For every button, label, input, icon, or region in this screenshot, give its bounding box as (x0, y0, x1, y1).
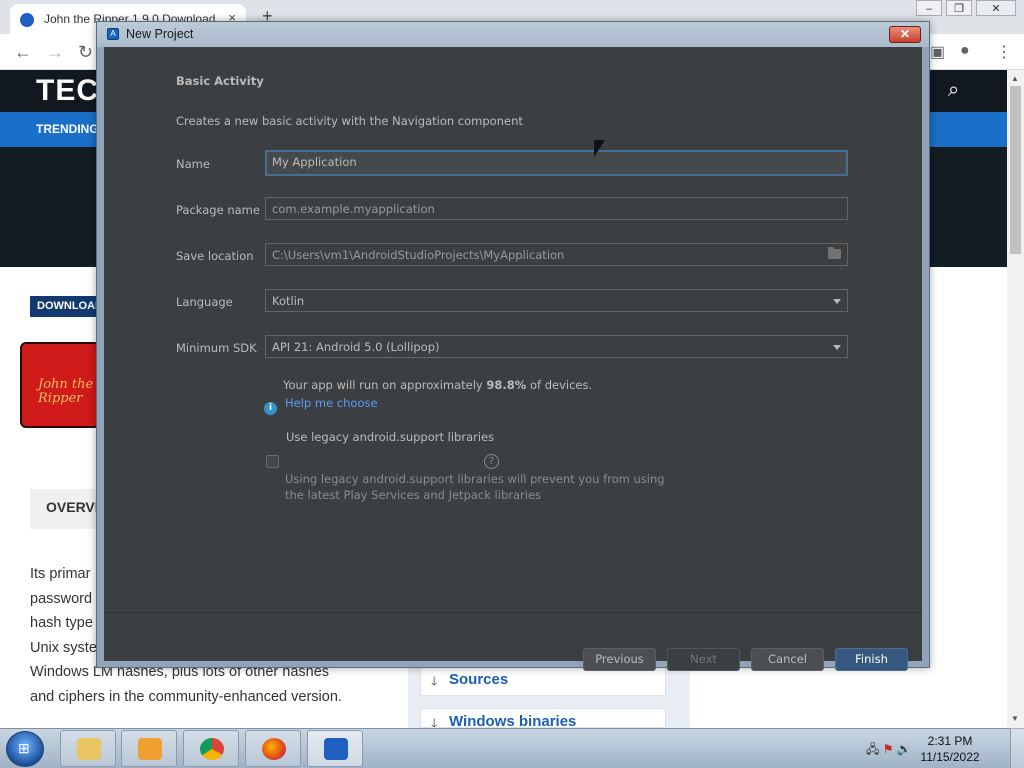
clock-time: 2:31 PM (927, 734, 973, 748)
save-location-value: C:\Users\vm1\AndroidStudioProjects\MyApp… (272, 248, 565, 262)
network-icon[interactable]: 🖧 (866, 742, 879, 756)
show-desktop-button[interactable] (1010, 728, 1024, 768)
windows-logo-icon: ⊞ (18, 740, 30, 756)
android-studio-icon: A (107, 28, 119, 40)
profile-avatar-icon[interactable]: ● (960, 42, 970, 60)
coverage-suffix: of devices. (526, 378, 593, 392)
folder-icon (77, 738, 101, 760)
arrow-down-icon: 🡓 (431, 674, 438, 688)
chrome-icon (200, 738, 224, 760)
site-logo[interactable]: TEC (36, 74, 99, 108)
taskbar-media-player[interactable] (121, 730, 177, 767)
chevron-down-icon (833, 299, 841, 304)
john-the-ripper-logo: John the Ripper (20, 342, 100, 428)
legacy-note-line: Using legacy android.support libraries w… (285, 472, 665, 486)
cancel-button[interactable]: Cancel (751, 648, 824, 671)
minimum-sdk-value: API 21: Android 5.0 (Lollipop) (272, 340, 440, 354)
language-value: Kotlin (272, 294, 305, 308)
help-me-choose-link[interactable]: Help me choose (285, 396, 378, 410)
activity-description: Creates a new basic activity with the Na… (176, 114, 523, 128)
window-close-button[interactable]: ✕ (976, 0, 1016, 16)
legacy-support-label[interactable]: Use legacy android.support libraries (286, 430, 494, 444)
minimize-button[interactable]: ‒ (916, 0, 942, 16)
start-button[interactable]: ⊞ (6, 731, 44, 767)
new-project-dialog: A New Project ✕ Basic Activity Creates a… (96, 21, 930, 671)
sidebar-toggle-icon[interactable]: ▣ (930, 42, 945, 62)
package-name-input[interactable]: com.example.myapplication (265, 197, 848, 220)
legacy-note-line: the latest Play Services and Jetpack lib… (285, 488, 542, 502)
volume-icon[interactable]: 🔊 (897, 742, 912, 756)
flag-icon[interactable]: ⚑ (883, 742, 894, 756)
name-input[interactable]: My Application (265, 150, 848, 176)
dialog-titlebar[interactable]: A New Project ✕ (97, 22, 929, 47)
scroll-up-icon[interactable]: ▲ (1011, 74, 1019, 83)
reload-icon[interactable]: ↻ (78, 42, 93, 63)
trending-label[interactable]: TRENDING (36, 122, 99, 136)
firefox-icon (262, 738, 286, 760)
restore-button[interactable]: ❐ (946, 0, 972, 16)
mouse-cursor-icon (594, 140, 605, 157)
legacy-support-checkbox[interactable] (266, 455, 279, 468)
site-favicon-icon (20, 13, 34, 27)
device-coverage-text: Your app will run on approximately 98.8%… (283, 378, 592, 392)
folder-icon[interactable] (828, 247, 841, 259)
forward-arrow-icon[interactable]: → (46, 42, 64, 63)
browser-window-controls: ‒ ❐ ✕ (916, 0, 1016, 18)
previous-button[interactable]: Previous (583, 648, 656, 671)
minimum-sdk-label: Minimum SDK (176, 341, 257, 355)
coverage-prefix: Your app will run on approximately (283, 378, 487, 392)
next-button[interactable]: Next (667, 648, 740, 671)
site-search-icon[interactable]: ⌕ (948, 79, 959, 102)
taskbar-chrome[interactable] (183, 730, 239, 767)
coverage-percent: 98.8% (486, 378, 527, 392)
arrow-down-icon: 🡓 (431, 716, 438, 728)
chevron-down-icon (833, 345, 841, 350)
info-icon: i (264, 402, 277, 415)
android-studio-icon (324, 738, 348, 760)
back-arrow-icon[interactable]: ← (14, 42, 32, 63)
article-line: and ciphers in the community-enhanced ve… (30, 688, 342, 705)
sources-link-label: Sources (449, 671, 509, 688)
language-label: Language (176, 295, 233, 309)
scrollbar-thumb[interactable] (1010, 86, 1021, 254)
dialog-content: Basic Activity Creates a new basic activ… (104, 47, 922, 671)
minimum-sdk-dropdown[interactable]: API 21: Android 5.0 (Lollipop) (265, 335, 848, 358)
logo-text: John the Ripper (38, 377, 94, 407)
dialog-close-button[interactable]: ✕ (889, 26, 921, 43)
overview-tab-label: OVERVI (46, 499, 99, 515)
legacy-support-note: Using legacy android.support libraries w… (285, 471, 665, 503)
language-dropdown[interactable]: Kotlin (265, 289, 848, 312)
system-clock[interactable]: 2:31 PM 11/15/2022 (920, 733, 980, 765)
page-scrollbar[interactable]: ▲ ▼ (1007, 70, 1024, 728)
taskbar-android-studio[interactable] (307, 730, 363, 767)
name-label: Name (176, 157, 210, 171)
package-name-label: Package name (176, 203, 260, 217)
browser-menu-icon[interactable]: ⋮ (996, 42, 1012, 62)
overview-tab[interactable]: OVERVI (30, 489, 100, 529)
download-badge[interactable]: DOWNLOAD (30, 296, 103, 317)
activity-heading: Basic Activity (176, 74, 264, 88)
media-player-icon (138, 738, 162, 760)
finish-button[interactable]: Finish (835, 648, 908, 671)
save-location-label: Save location (176, 249, 254, 263)
windows-binaries-link[interactable]: 🡓 Windows binaries (420, 708, 666, 728)
taskbar-explorer[interactable] (60, 730, 116, 767)
scroll-down-icon[interactable]: ▼ (1011, 714, 1019, 723)
question-mark-icon[interactable]: ? (484, 454, 499, 469)
dialog-title: New Project (126, 27, 194, 41)
taskbar-firefox[interactable] (245, 730, 301, 767)
save-location-input[interactable]: C:\Users\vm1\AndroidStudioProjects\MyApp… (265, 243, 848, 266)
system-tray: 🖧 ⚑ 🔊 (866, 740, 912, 761)
download-badge-label: DOWNLOAD (37, 300, 103, 312)
clock-date: 11/15/2022 (920, 750, 980, 764)
footer-divider (104, 612, 922, 613)
windows-binaries-link-label: Windows binaries (449, 713, 577, 728)
